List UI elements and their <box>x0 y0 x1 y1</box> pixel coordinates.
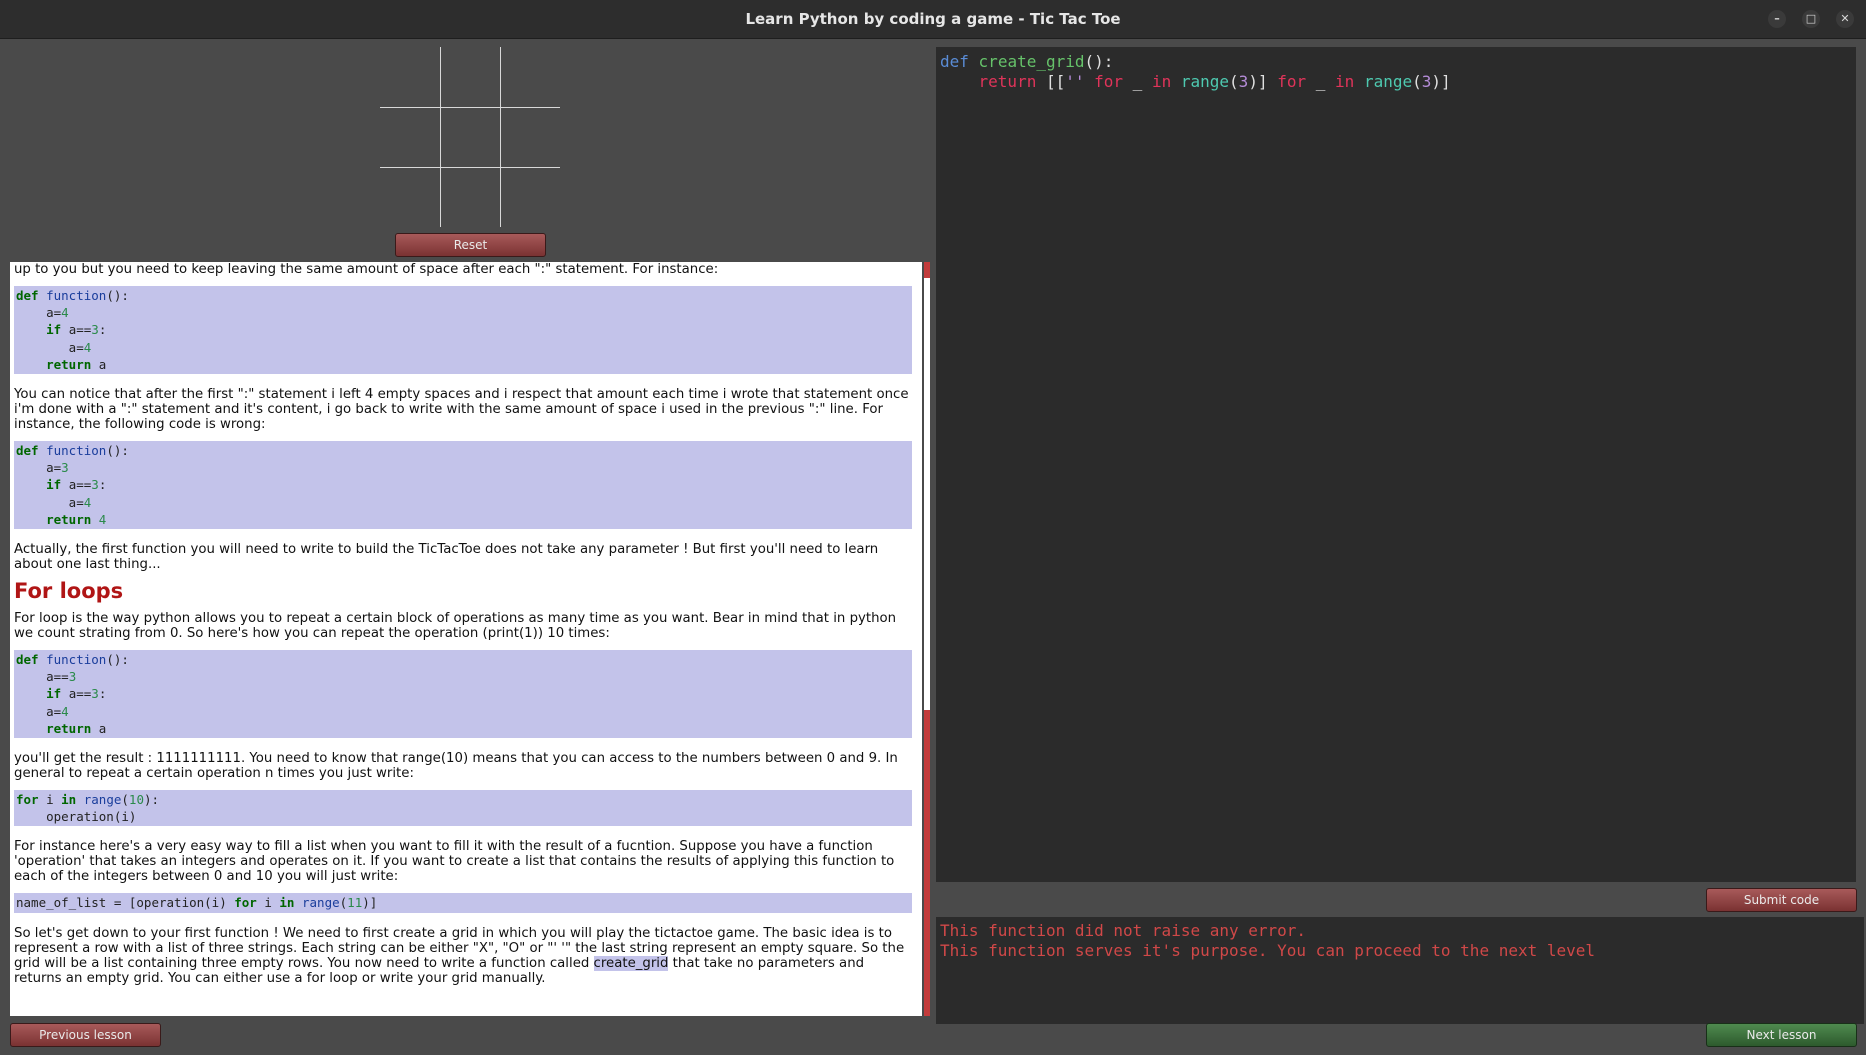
tok: [[ <box>1036 72 1066 91</box>
num: 3 <box>91 322 99 338</box>
output-console: This function did not raise any error. T… <box>936 917 1864 1024</box>
fn: range <box>302 895 340 911</box>
window-title: Learn Python by coding a game - Tic Tac … <box>745 10 1121 28</box>
lesson-paragraph-final: So let's get down to your first function… <box>14 926 912 986</box>
output-line-2: This function serves it's purpose. You c… <box>940 941 1596 960</box>
tok: in <box>1151 72 1172 91</box>
tok: 3 <box>1421 72 1432 91</box>
maximize-icon[interactable]: □ <box>1802 10 1820 28</box>
lesson-panel[interactable]: up to you but you need to keep leaving t… <box>10 262 922 1016</box>
lesson-paragraph: For instance here's a very easy way to f… <box>14 839 895 885</box>
tok: for <box>1094 72 1124 91</box>
tok <box>1268 72 1278 91</box>
tok <box>1171 72 1181 91</box>
tok: create_grid <box>978 52 1085 71</box>
previous-lesson-button[interactable]: Previous lesson <box>10 1023 161 1047</box>
kw: def <box>16 443 39 459</box>
tok: ( <box>1229 72 1239 91</box>
reset-button[interactable]: Reset <box>395 233 546 257</box>
kw: if <box>46 477 62 493</box>
num: 4 <box>98 511 107 527</box>
code-editor[interactable]: def create_grid(): return [['' for _ in … <box>936 47 1856 882</box>
grid-line-v2 <box>500 47 501 227</box>
num: 3 <box>91 686 99 702</box>
fn: function <box>46 443 107 459</box>
minimize-icon[interactable]: – <box>1768 10 1786 28</box>
submit-code-button[interactable]: Submit code <box>1706 888 1857 912</box>
code-block-5: name_of_list = [operation(i) for i in ra… <box>14 893 912 913</box>
kw: return <box>46 511 92 527</box>
tok <box>940 72 979 91</box>
tok: (): <box>1084 52 1114 71</box>
tok: _ <box>1306 72 1336 91</box>
tok <box>969 52 979 71</box>
kw: return <box>46 356 92 372</box>
section-heading: For loops <box>14 579 124 604</box>
kw: if <box>46 322 62 338</box>
num: 4 <box>83 494 92 510</box>
lesson-paragraph: For loop is the way python allows you to… <box>14 611 897 642</box>
lesson-paragraph: you'll get the result : 1111111111. You … <box>14 751 898 782</box>
kw: in <box>279 895 295 911</box>
lesson-paragraph: up to you but you need to keep leaving t… <box>14 262 719 277</box>
fn: range <box>83 792 122 808</box>
tok: range <box>1363 72 1413 91</box>
tok: range <box>1180 72 1230 91</box>
tok: )] <box>1248 72 1268 91</box>
num: 3 <box>68 669 77 685</box>
tok: 3 <box>1238 72 1249 91</box>
kw: return <box>46 720 92 736</box>
kw: for <box>234 895 257 911</box>
title-bar: Learn Python by coding a game - Tic Tac … <box>0 0 1866 39</box>
fn: function <box>46 288 107 303</box>
grid-line-h1 <box>380 107 560 108</box>
tok: ( <box>1412 72 1422 91</box>
scrollbar-top-marker[interactable] <box>924 262 930 278</box>
tok: _ <box>1123 72 1152 91</box>
tok: '' <box>1065 72 1085 91</box>
kw: if <box>46 686 62 702</box>
create-grid-highlight: create_grid <box>593 955 669 971</box>
kw: for <box>16 792 39 808</box>
code-block-3: def function(): a==3 if a==3: a=4 return… <box>14 650 912 739</box>
num: 4 <box>61 703 69 719</box>
grid-line-v1 <box>440 47 441 227</box>
lesson-paragraph: You can notice that after the first ":" … <box>14 387 909 433</box>
fn: function <box>46 652 107 668</box>
num: 4 <box>83 339 92 355</box>
scrollbar-thumb[interactable] <box>924 710 930 1016</box>
num: 3 <box>61 460 69 476</box>
code-block-1: def function(): a=4 if a==3: a=4 return … <box>14 286 912 375</box>
close-icon[interactable]: ✕ <box>1836 10 1854 28</box>
lesson-paragraph: Actually, the first function you will ne… <box>14 542 879 573</box>
editor-line-2: return [['' for _ in range(3)] for _ in … <box>940 72 1451 92</box>
tok: for <box>1277 72 1307 91</box>
editor-line-1: def create_grid(): <box>940 52 1113 72</box>
kw: def <box>16 288 39 303</box>
tok <box>1354 72 1364 91</box>
kw: in <box>61 792 77 808</box>
next-lesson-button[interactable]: Next lesson <box>1706 1023 1857 1047</box>
num: 10 <box>128 792 144 808</box>
output-line-1: This function did not raise any error. <box>940 921 1307 940</box>
num: 11 <box>347 895 363 911</box>
num: 3 <box>91 477 99 493</box>
tok <box>1085 72 1095 91</box>
tictactoe-board[interactable] <box>380 47 560 227</box>
code-block-2: def function(): a=3 if a==3: a=4 return … <box>14 441 912 530</box>
kw: def <box>16 652 39 668</box>
grid-line-h2 <box>380 167 560 168</box>
code-block-4: for i in range(10): operation(i) <box>14 790 912 827</box>
tok: def <box>940 52 969 71</box>
tok: in <box>1335 72 1355 91</box>
tok: return <box>978 72 1037 91</box>
tok: )] <box>1431 72 1451 91</box>
num: 4 <box>61 305 69 321</box>
